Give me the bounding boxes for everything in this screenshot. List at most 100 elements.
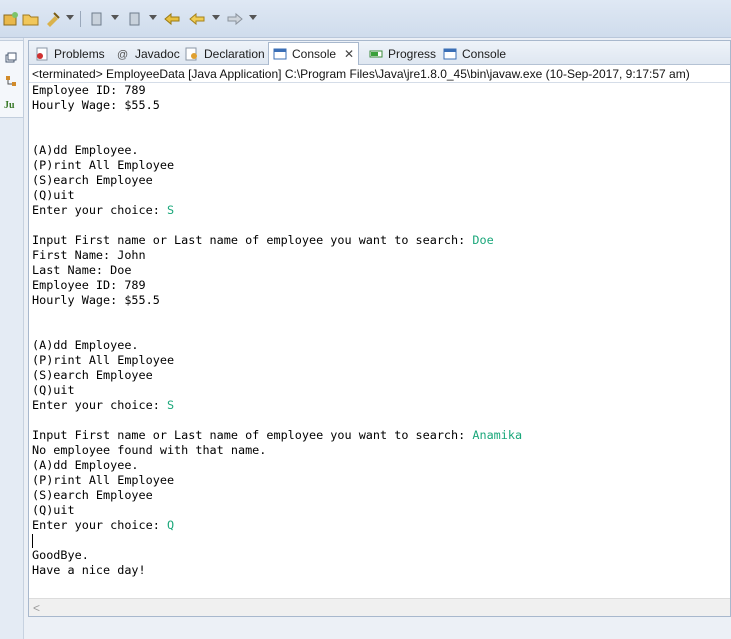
- console-line: (Q)uit: [32, 503, 728, 518]
- debug-icon[interactable]: [88, 10, 106, 28]
- console-output-text: No employee found with that name.: [32, 443, 267, 457]
- tab-console-secondary[interactable]: Console: [439, 43, 510, 65]
- console-line: First Name: John: [32, 248, 728, 263]
- build-icon[interactable]: [44, 10, 62, 28]
- console-user-input: Anamika: [472, 428, 523, 442]
- console-line: Input First name or Last name of employe…: [32, 428, 728, 443]
- build-dropdown-icon[interactable]: [66, 15, 74, 20]
- declaration-icon: [185, 47, 197, 61]
- console-line: Enter your choice: S: [32, 203, 728, 218]
- new-package-icon[interactable]: [2, 10, 20, 28]
- console-line: Have a nice day!: [32, 563, 728, 578]
- console-output-text: (S)earch Employee: [32, 488, 153, 502]
- tab-label: Console: [292, 47, 337, 61]
- console-user-input: Doe: [472, 233, 494, 247]
- scroll-left-icon[interactable]: <: [33, 601, 40, 615]
- console-output-text: (P)rint All Employee: [32, 158, 175, 172]
- console-output-text: (S)earch Employee: [32, 173, 153, 187]
- hierarchy-icon[interactable]: [4, 74, 18, 88]
- console-line: (P)rint All Employee: [32, 158, 728, 173]
- console-line: Hourly Wage: $55.5: [32, 293, 728, 308]
- console-output-text: Enter your choice:: [32, 518, 167, 532]
- console-output-text: Employee ID: 789: [32, 278, 146, 292]
- console-output-text: Enter your choice:: [32, 203, 167, 217]
- console-icon: [443, 48, 457, 60]
- console-user-input: Q: [166, 518, 175, 532]
- tab-javadoc[interactable]: @ Javadoc: [112, 43, 184, 65]
- last-edit-icon[interactable]: [163, 10, 181, 28]
- console-line: (A)dd Employee.: [32, 338, 728, 353]
- horizontal-scrollbar[interactable]: <: [29, 598, 730, 616]
- console-output-text: (Q)uit: [32, 503, 75, 517]
- junit-icon[interactable]: Ju: [4, 97, 18, 111]
- progress-icon: [369, 50, 383, 58]
- back-arrow-icon[interactable]: [188, 10, 206, 28]
- text-cursor: [32, 533, 33, 548]
- forward-dropdown-icon[interactable]: [249, 15, 257, 20]
- console-output-text: Enter your choice:: [32, 398, 167, 412]
- process-status-line: <terminated> EmployeeData [Java Applicat…: [29, 66, 730, 83]
- toolbar-separator: [80, 11, 81, 27]
- tab-progress[interactable]: Progress: [365, 43, 440, 65]
- console-icon: [273, 48, 287, 60]
- tab-label: Problems: [54, 47, 105, 61]
- console-line: Employee ID: 789: [32, 278, 728, 293]
- console-line: (S)earch Employee: [32, 173, 728, 188]
- open-folder-icon[interactable]: [22, 10, 40, 28]
- close-icon[interactable]: ✕: [344, 47, 354, 61]
- console-line: (A)dd Employee.: [32, 458, 728, 473]
- forward-arrow-icon[interactable]: [226, 10, 244, 28]
- console-line: Input First name or Last name of employe…: [32, 233, 728, 248]
- console-output[interactable]: Employee ID: 789 Hourly Wage: $55.5 (A)dd …: [32, 83, 728, 598]
- tab-label: Console: [462, 47, 507, 61]
- console-output-text: Have a nice day!: [32, 563, 146, 577]
- tab-console-active[interactable]: Console ✕: [268, 42, 360, 65]
- console-line: [32, 533, 728, 548]
- main-toolbar: [0, 0, 731, 38]
- console-output-text: Input First name or Last name of employe…: [32, 428, 473, 442]
- console-output-text: (P)rint All Employee: [32, 473, 175, 487]
- console-line: No employee found with that name.: [32, 443, 728, 458]
- tab-label: Javadoc: [135, 47, 180, 61]
- back-dropdown-icon[interactable]: [212, 15, 220, 20]
- console-output-text: Hourly Wage: $55.5: [32, 98, 160, 112]
- view-tab-bar: Problems @ Javadoc Declaration Console ✕…: [29, 41, 730, 65]
- run-dropdown-icon[interactable]: [149, 15, 157, 20]
- console-output-text: Employee ID: 789: [32, 83, 146, 97]
- console-line: Employee ID: 789: [32, 83, 728, 98]
- console-output-text: GoodBye.: [32, 548, 89, 562]
- console-line: GoodBye.: [32, 548, 728, 563]
- tab-declaration[interactable]: Declaration: [181, 43, 269, 65]
- console-line: Last Name: Doe: [32, 263, 728, 278]
- debug-dropdown-icon[interactable]: [111, 15, 119, 20]
- restore-icon[interactable]: [4, 51, 18, 65]
- console-output-text: Input First name or Last name of employe…: [32, 233, 473, 247]
- problems-icon: [36, 47, 48, 61]
- console-user-input: S: [166, 398, 175, 412]
- console-line: (Q)uit: [32, 383, 728, 398]
- console-output-text: Hourly Wage: $55.5: [32, 293, 160, 307]
- svg-text:Ju: Ju: [4, 100, 15, 111]
- console-line: (P)rint All Employee: [32, 473, 728, 488]
- tab-problems[interactable]: Problems: [31, 43, 109, 65]
- console-line: (Q)uit: [32, 188, 728, 203]
- console-output-text: Last Name: Doe: [32, 263, 132, 277]
- console-output-text: First Name: John: [32, 248, 146, 262]
- minimized-view-stack: Ju: [0, 40, 24, 118]
- console-output-text: (P)rint All Employee: [32, 353, 175, 367]
- run-config-icon[interactable]: [126, 10, 144, 28]
- console-line: Enter your choice: S: [32, 398, 728, 413]
- console-output-text: (A)dd Employee.: [32, 458, 139, 472]
- console-view: Problems @ Javadoc Declaration Console ✕…: [28, 40, 731, 617]
- console-output-text: (S)earch Employee: [32, 368, 153, 382]
- console-output-text: (A)dd Employee.: [32, 338, 139, 352]
- console-line: (S)earch Employee: [32, 488, 728, 503]
- console-output-text: (A)dd Employee.: [32, 143, 139, 157]
- console-line: (A)dd Employee.: [32, 143, 728, 158]
- console-output-text: (Q)uit: [32, 188, 75, 202]
